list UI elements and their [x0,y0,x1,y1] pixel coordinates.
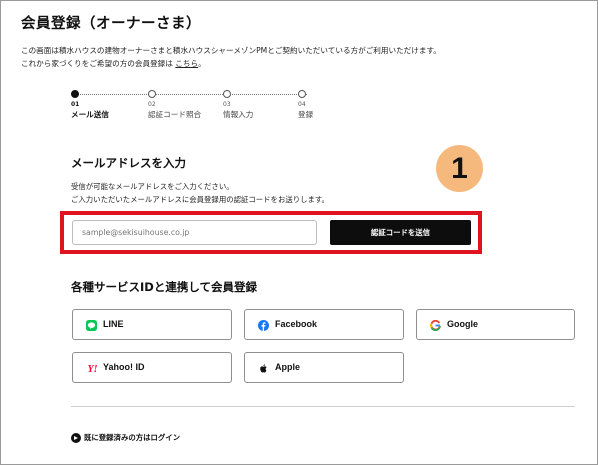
step-label: メール送信 [71,110,109,119]
email-section-title: メールアドレスを入力 [71,156,186,170]
page-frame: 会員登録（オーナーさま） この画面は積水ハウスの建物オーナーさまと積水ハウスシャ… [0,0,598,465]
intro-line-2-suffix: 。 [198,59,206,68]
step-label: 登録 [298,110,314,119]
step-number: 02 [148,101,156,108]
facebook-icon [258,320,269,331]
step-dot [71,90,79,98]
callout-number-badge: 1 [436,145,483,192]
intro-line-1: この画面は積水ハウスの建物オーナーさまと積水ハウスシャーメゾンPMとご契約いただ… [21,46,441,55]
step-number: 03 [223,101,231,108]
step-dot [148,90,156,98]
step-label: 情報入力 [223,110,254,119]
yahoo-label: Yahoo! ID [103,362,145,372]
email-section-description: 受信が可能なメールアドレスをご入力ください。 ご入力いただいたメールアドレスに会… [71,180,329,206]
svg-text:Y!: Y! [88,364,98,374]
step-label: 認証コード照合 [148,110,202,119]
step-number: 01 [71,101,80,108]
email-input[interactable] [72,220,317,245]
apple-login-button[interactable]: Apple [244,352,404,383]
section-divider [71,406,575,407]
yahoo-icon: Y! [88,364,98,374]
google-icon [430,320,441,331]
yahoo-login-button[interactable]: Y! Yahoo! ID [72,352,232,383]
send-code-button[interactable]: 認証コードを送信 [330,220,471,245]
line-login-button[interactable]: LINE [72,309,232,340]
intro-text: この画面は積水ハウスの建物オーナーさまと積水ハウスシャーメゾンPMとご契約いただ… [21,44,441,70]
arrow-right-circle-icon [71,433,81,443]
intro-line-2: これから家づくりをご希望の方の会員登録は こちら。 [21,57,441,70]
email-desc-line-1: 受信が可能なメールアドレスをご入力ください。 [71,182,234,191]
google-label: Google [447,319,478,329]
stepper-line [75,94,307,95]
google-login-button[interactable]: Google [416,309,575,340]
here-link[interactable]: こちら [175,59,198,68]
facebook-label: Facebook [275,319,318,329]
step-number: 04 [298,101,306,108]
intro-line-2-prefix: これから家づくりをご希望の方の会員登録は [21,59,173,68]
progress-stepper: 01 メール送信 02 認証コード照合 03 情報入力 04 登録 [71,88,314,122]
apple-icon [260,364,267,373]
apple-label: Apple [275,362,301,372]
page-title: 会員登録（オーナーさま） [21,16,201,32]
step-dot [298,90,306,98]
login-link-label: 既に登録済みの方はログイン [84,433,181,442]
line-icon [86,320,97,331]
line-label: LINE [103,319,124,329]
facebook-login-button[interactable]: Facebook [244,309,404,340]
email-desc-line-2: ご入力いただいたメールアドレスに会員登録用の認証コードをお送りします。 [71,195,329,204]
sso-section-title: 各種サービスIDと連携して会員登録 [71,280,257,294]
step-dot [223,90,231,98]
